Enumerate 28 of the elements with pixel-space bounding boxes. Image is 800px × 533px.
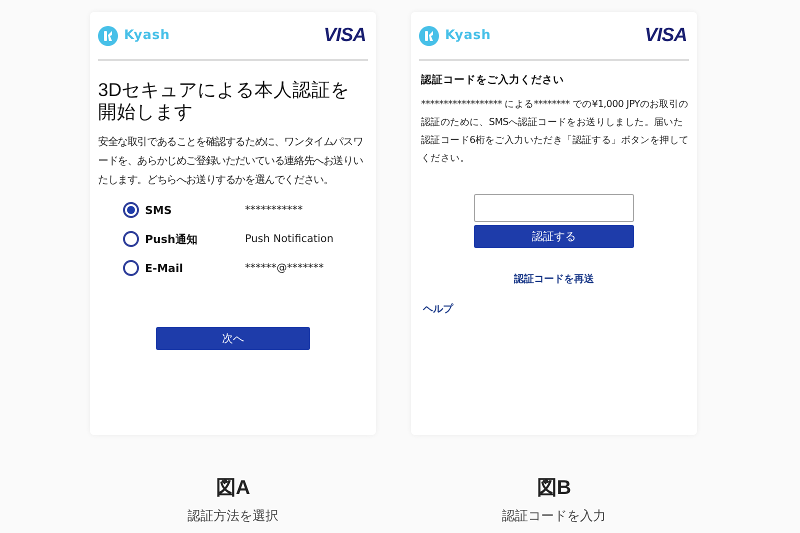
logo-icon — [419, 26, 439, 46]
option-label: SMS — [145, 204, 173, 216]
figure-label: 図B — [536, 476, 572, 501]
radio-button[interactable] — [123, 202, 139, 218]
radio-button[interactable] — [123, 260, 139, 276]
page-title: 3Dセキュアによる本人認証を開始します — [98, 79, 351, 123]
option-label: Push通知 — [145, 232, 198, 246]
code-field[interactable] — [474, 194, 634, 222]
figure-label: 図A — [216, 476, 250, 501]
resend-link[interactable]: 認証コードを再送 — [514, 272, 594, 286]
logo-icon — [98, 26, 118, 46]
brand-name: Kyash — [124, 28, 170, 43]
verify-button[interactable]: 認証する — [474, 225, 634, 248]
help-link[interactable]: ヘルプ — [423, 302, 453, 316]
card-brand: VISA — [324, 24, 366, 46]
description: 安全な取引であることを確認するために、ワンタイムパスワードを、あらかじめご登録いただいている連絡先へお送りいたします。どちらへお送りするかを選んでください。 — [98, 135, 364, 188]
card-brand: VISA — [644, 24, 687, 46]
brand-name: Kyash — [445, 28, 491, 43]
radio-button[interactable] — [123, 231, 139, 247]
figure-caption: 認証コードを入力 — [502, 508, 606, 525]
page-title: 認証コードをご入力ください — [421, 73, 565, 87]
figure-caption: 認証方法を選択 — [188, 508, 278, 525]
option-destination: ******@******* — [245, 262, 324, 274]
message: ****************** による******** での¥1,000 JPYのお取引の認証のために、SMSへ認証コードをお送りしました。届いた認証コード6桁をご入力いただき「認証する」ボタンを押してください。 — [421, 98, 689, 166]
next-button[interactable]: 次へ — [156, 327, 310, 350]
option-label: E-Mail — [145, 262, 184, 274]
option-destination: Push Notification — [245, 233, 334, 245]
option-destination: *********** — [245, 204, 303, 216]
